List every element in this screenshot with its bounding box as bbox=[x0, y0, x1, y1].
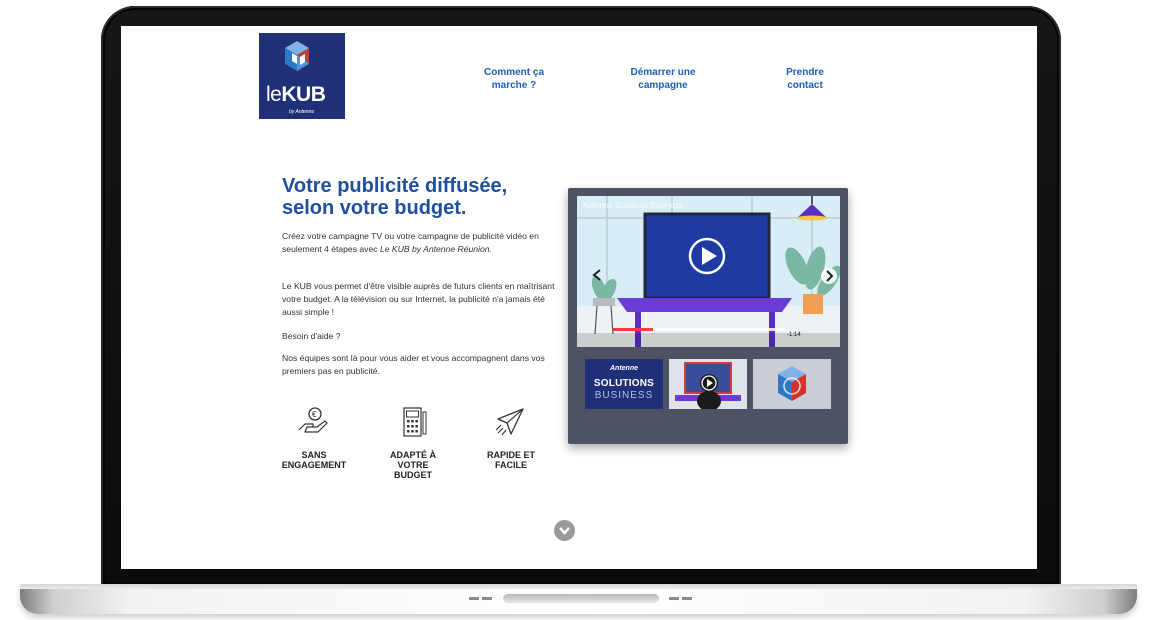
feature-sans-engagement: SANS ENGAGEMENT bbox=[274, 450, 354, 470]
feature-label-line: ENGAGEMENT bbox=[281, 460, 347, 470]
scroll-down-button[interactable] bbox=[554, 520, 575, 541]
nav-label: campagne bbox=[638, 80, 688, 91]
nav-label: Démarrer une bbox=[630, 67, 696, 78]
feature-label-line: RAPIDE ET bbox=[486, 450, 535, 460]
chevron-left-icon[interactable] bbox=[591, 268, 603, 282]
paragraph-emphasis: Le KUB by Antenne Réunion. bbox=[379, 244, 492, 254]
thumbnail-video-2[interactable] bbox=[669, 359, 747, 409]
chevron-down-icon bbox=[559, 527, 570, 535]
le-kub-logo[interactable]: leKUB by Antenne bbox=[259, 33, 345, 119]
thumb-line: BUSINESS bbox=[594, 390, 654, 401]
laptop-dash bbox=[469, 597, 479, 600]
thumbnail-solutions-business[interactable]: Antenne SOLUTIONS BUSINESS bbox=[585, 359, 663, 409]
nav-comment-ca-marche[interactable]: Comment ça marche ? bbox=[477, 66, 551, 92]
nav-label: Prendre bbox=[786, 67, 824, 78]
thumbnail-video-3[interactable] bbox=[753, 359, 831, 409]
thumb-line: SOLUTIONS bbox=[593, 378, 655, 389]
hero-paragraph-1: Créez votre campagne TV ou votre campagn… bbox=[282, 230, 556, 256]
calculator-icon bbox=[403, 407, 427, 437]
video-scene-illustration bbox=[577, 196, 840, 347]
hero-paragraph-2: Le KUB vous permet d'être visible auprès… bbox=[282, 281, 555, 317]
laptop-dash bbox=[482, 597, 492, 600]
thumb-illustration bbox=[669, 359, 747, 409]
feature-label-line: FACILE bbox=[494, 460, 527, 470]
feature-label-line: SANS bbox=[301, 450, 327, 460]
euro-hand-icon: € bbox=[298, 407, 328, 433]
thumb-cube-icon bbox=[753, 359, 831, 409]
svg-text:€: € bbox=[312, 410, 317, 419]
video-gallery-panel: Antenne Solutions Business -1:14 Antenne… bbox=[568, 188, 848, 444]
chevron-right-icon[interactable] bbox=[820, 267, 838, 285]
hero-title: Votre publicité diffusée, selon votre bu… bbox=[282, 175, 562, 219]
logo-subtitle: by Antenne bbox=[289, 109, 315, 115]
video-title: Antenne Solutions Business bbox=[583, 201, 683, 210]
screen: leKUB by Antenne Comment ça marche ? Dém… bbox=[121, 26, 1037, 569]
feature-adapte-budget: ADAPTÉ À VOTRE BUDGET bbox=[373, 450, 453, 480]
laptop-dash bbox=[669, 597, 679, 600]
feature-rapide-facile: RAPIDE ET FACILE bbox=[471, 450, 551, 470]
nav-prendre-contact[interactable]: Prendre contact bbox=[772, 66, 838, 92]
laptop-dash bbox=[682, 597, 692, 600]
feature-label-line: BUDGET bbox=[394, 470, 432, 480]
laptop-base-lip bbox=[20, 584, 1137, 589]
feature-label-line: VOTRE bbox=[397, 460, 429, 470]
thumb-brand: Antenne bbox=[610, 365, 638, 372]
video-time: -1:14 bbox=[787, 332, 801, 338]
hero-paragraph-3: Besoin d'aide ? bbox=[282, 331, 341, 341]
hero-title-line: Votre publicité diffusée, bbox=[282, 175, 508, 197]
laptop-notch bbox=[503, 594, 659, 603]
video-player[interactable]: Antenne Solutions Business -1:14 bbox=[577, 196, 840, 347]
feature-label-line: ADAPTÉ À bbox=[389, 450, 436, 460]
nav-label: contact bbox=[787, 80, 823, 91]
logo-wordmark: leKUB bbox=[266, 83, 326, 106]
nav-demarrer-campagne[interactable]: Démarrer une campagne bbox=[619, 66, 707, 92]
hero-paragraph-4: Nos équipes sont là pour vous aider et v… bbox=[282, 353, 545, 376]
nav-label: marche ? bbox=[491, 80, 537, 91]
nav-label: Comment ça bbox=[483, 67, 544, 78]
paper-plane-icon bbox=[495, 408, 524, 436]
hero-title-line: selon votre budget. bbox=[282, 197, 467, 219]
